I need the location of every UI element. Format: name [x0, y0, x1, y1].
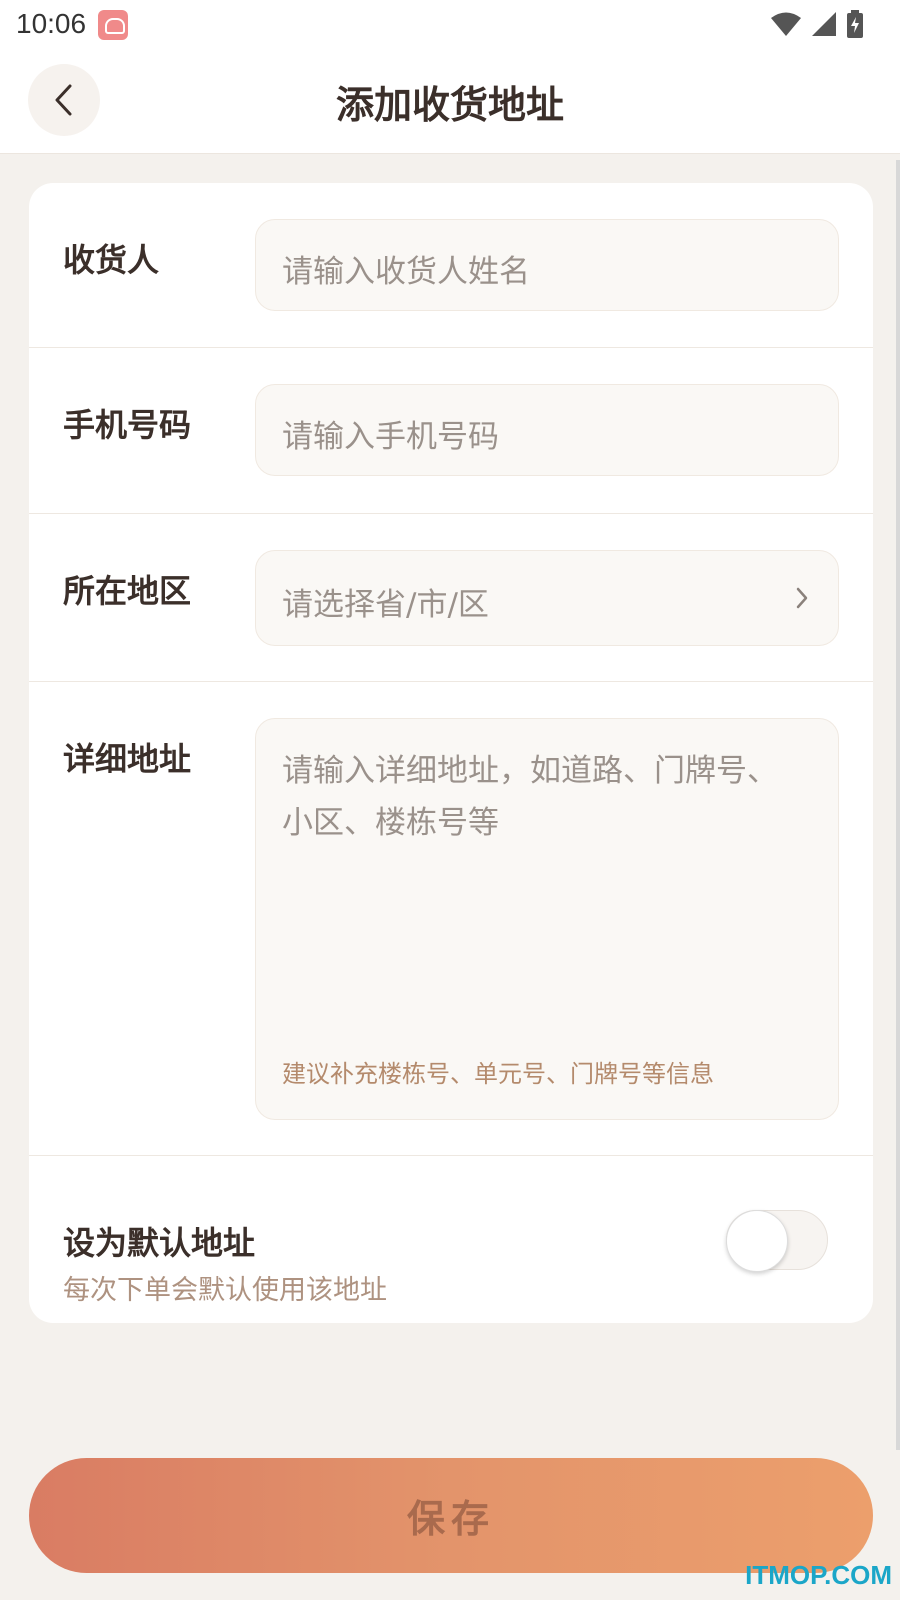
watermark: ITMOP.COM [745, 1560, 892, 1590]
detail-address-textarea[interactable]: 请输入详细地址，如道路、门牌号、小区、楼栋号等 建议补充楼栋号、单元号、门牌号等… [255, 718, 839, 1120]
battery-charging-icon [847, 10, 863, 38]
page-title: 添加收货地址 [335, 83, 564, 127]
phone-label: 手机号码 [63, 406, 192, 444]
toggle-knob [726, 1210, 788, 1272]
address-form-card: 收货人 请输入收货人姓名 手机号码 请输入手机号码 所在地区 请选择省/市/区 … [29, 183, 873, 1323]
default-address-toggle[interactable] [726, 1210, 828, 1272]
detail-address-placeholder: 请输入详细地址，如道路、门牌号、小区、楼栋号等 [282, 753, 778, 841]
chevron-right-icon [796, 587, 808, 609]
detail-address-hint: 建议补充楼栋号、单元号、门牌号等信息 [282, 1060, 714, 1088]
status-icons [770, 10, 864, 38]
recipient-label: 收货人 [63, 241, 160, 279]
phone-row: 手机号码 请输入手机号码 [29, 348, 873, 514]
default-address-subtitle: 每次下单会默认使用该地址 [63, 1275, 387, 1306]
save-button[interactable]: 保存 [29, 1458, 873, 1573]
detail-address-row: 详细地址 请输入详细地址，如道路、门牌号、小区、楼栋号等 建议补充楼栋号、单元号… [29, 682, 873, 1156]
phone-placeholder: 请输入手机号码 [282, 419, 499, 455]
region-row: 所在地区 请选择省/市/区 [29, 514, 873, 682]
app-notification-icon [98, 10, 128, 40]
phone-input[interactable]: 请输入手机号码 [255, 384, 839, 476]
recipient-row: 收货人 请输入收货人姓名 [29, 183, 873, 348]
header-bar: 添加收货地址 [0, 50, 900, 154]
save-button-label: 保存 [406, 1497, 495, 1541]
wifi-icon [771, 12, 801, 36]
region-selector[interactable]: 请选择省/市/区 [255, 550, 839, 646]
detail-address-label: 详细地址 [63, 740, 192, 778]
recipient-input[interactable]: 请输入收货人姓名 [255, 219, 839, 311]
status-time: 10:06 [16, 8, 87, 39]
scrollbar [896, 160, 900, 1450]
recipient-placeholder: 请输入收货人姓名 [282, 254, 530, 290]
signal-icon [812, 12, 836, 36]
region-label: 所在地区 [63, 572, 192, 610]
default-address-title: 设为默认地址 [63, 1224, 256, 1262]
region-placeholder: 请选择省/市/区 [282, 587, 489, 623]
status-bar: 10:06 [0, 0, 900, 50]
